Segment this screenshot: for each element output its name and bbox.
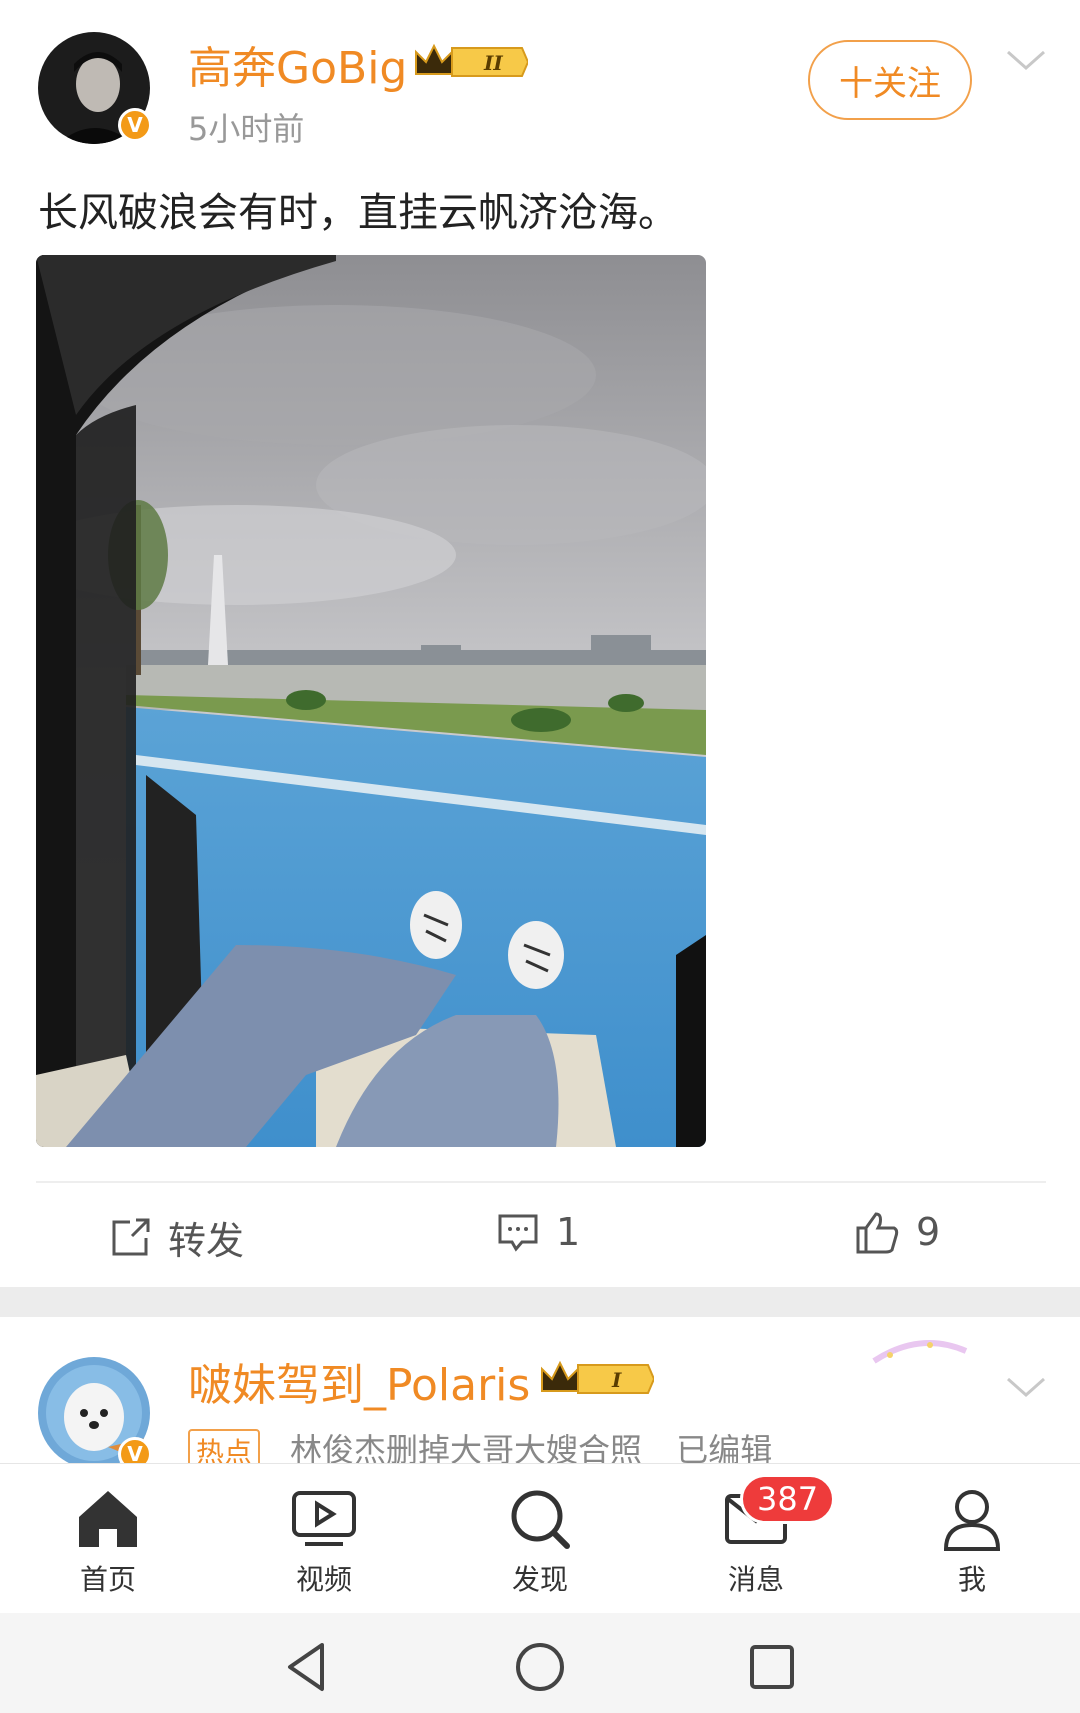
member-level-icon: I [541,1360,654,1394]
tab-label: 消息 [727,1563,784,1596]
author-avatar[interactable]: V [38,1357,152,1463]
tab-label: 我 [957,1563,986,1596]
repost-button[interactable]: 转发 [108,1210,244,1265]
tab-label: 首页 [79,1563,136,1596]
chevron-down-icon[interactable] [1006,1375,1046,1399]
author-name[interactable]: 啵妹驾到_Polaris [188,1349,530,1413]
tab-home[interactable]: 首页 [0,1464,216,1614]
like-icon [856,1212,899,1254]
tab-label: 发现 [511,1563,568,1596]
tab-profile[interactable]: 我 [864,1464,1080,1614]
unread-badge: 387 [740,1474,836,1524]
decoration-icon [872,1340,968,1364]
tab-discover[interactable]: 发现 [432,1464,648,1614]
home-circle-icon[interactable] [510,1637,570,1697]
repost-icon [112,1218,150,1255]
system-navigation-bar [0,1613,1080,1713]
chevron-down-icon[interactable] [1006,48,1046,72]
weibo-post: V 高奔GoBig II 5小时前 十关注 长风破浪会有时，直挂云帆济沧海。 转… [0,0,1080,1285]
bottom-tab-bar: 首页 视频 发现 消息 387 我 [0,1463,1080,1613]
hot-topic-text: 林俊杰删掉大哥大嫂合照 [290,1431,643,1463]
recents-icon[interactable] [742,1637,802,1697]
post-text: 长风破浪会有时，直挂云帆济沧海。 [38,190,678,236]
back-icon[interactable] [278,1637,338,1697]
home-icon [79,1491,137,1547]
hot-topic[interactable]: 林俊杰删掉大哥大嫂合照 已编辑 [290,1425,772,1463]
svg-text:II: II [483,51,503,75]
follow-button[interactable]: 十关注 [808,40,972,120]
divider [36,1181,1046,1183]
edited-label: 已编辑 [676,1431,773,1463]
weibo-post: V 啵妹驾到_Polaris I 热点 林俊杰删掉大哥大嫂合照 已编辑 [0,1317,1080,1463]
member-level-icon: II [415,43,528,77]
video-icon [292,1491,356,1546]
feed-separator [0,1287,1080,1317]
discover-icon [511,1490,570,1549]
post-image[interactable] [36,255,706,1147]
tab-video[interactable]: 视频 [216,1464,432,1614]
hot-tag: 热点 [188,1429,261,1463]
author-avatar[interactable]: V [38,32,152,144]
post-time: 5小时前 [188,110,305,148]
comment-button[interactable]: 1 [496,1210,580,1254]
verified-badge-icon: V [118,1437,152,1463]
svg-text:I: I [611,1368,622,1392]
tab-label: 视频 [295,1563,352,1596]
repost-label: 转发 [168,1219,245,1263]
like-count: 9 [916,1210,941,1254]
profile-icon [943,1490,1001,1551]
comment-icon [498,1214,538,1252]
like-button[interactable]: 9 [854,1210,940,1254]
author-name[interactable]: 高奔GoBig [188,32,407,96]
verified-badge-icon: V [118,108,152,142]
comment-count: 1 [556,1210,581,1254]
